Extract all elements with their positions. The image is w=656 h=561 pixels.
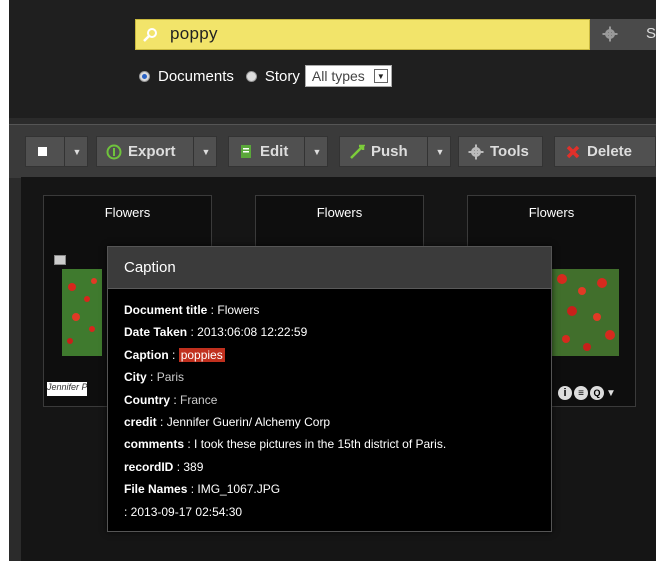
field-value: Flowers — [217, 303, 260, 317]
type-select-value: All types — [311, 68, 365, 84]
search-scope: Documents Story All types ▼ — [139, 64, 392, 88]
tools-label: Tools — [490, 143, 529, 160]
search-settings-button[interactable]: S — [590, 19, 656, 50]
field-row: comments : I took these pictures in the … — [124, 437, 447, 452]
documents-radio[interactable] — [139, 70, 150, 82]
field-label: comments — [124, 437, 185, 452]
delete-button[interactable]: Delete — [554, 136, 656, 167]
camera-icon — [54, 255, 66, 265]
search-input[interactable]: poppy — [170, 24, 218, 44]
field-label: recordID — [124, 459, 174, 474]
info-icon[interactable]: i — [558, 386, 572, 400]
poppy-photo — [62, 269, 102, 356]
chevron-down-icon: ▼ — [193, 137, 218, 166]
field-row: credit : Jennifer Guerin/ Alchemy Corp — [124, 415, 331, 430]
documents-label: Documents — [158, 67, 234, 85]
search-box[interactable]: poppy — [135, 19, 590, 50]
field-value: 389 — [183, 459, 204, 474]
field-row: Date Taken : 2013:06:08 12:22:59 — [124, 325, 308, 340]
field-label: Document title — [124, 303, 208, 317]
signature-text: Jennifer Pr — [47, 382, 87, 392]
zoom-icon[interactable]: Q — [590, 386, 604, 400]
field-value: France — [180, 392, 218, 407]
field-label: credit — [124, 415, 157, 430]
top-bar: poppy S Documents Story All types ▼ — [9, 0, 656, 118]
field-value: I took these pictures in the 15th distri… — [194, 437, 447, 452]
delete-icon — [566, 145, 580, 158]
push-button[interactable]: Push ▼ — [339, 136, 451, 167]
field-label: Country — [124, 392, 170, 407]
tools-icon — [468, 144, 484, 159]
select-all-button[interactable]: ▼ — [25, 136, 88, 167]
edit-button[interactable]: Edit ▼ — [228, 136, 328, 167]
edit-label: Edit — [260, 143, 289, 160]
field-row: File Names : IMG_1067.JPG — [124, 482, 281, 497]
field-value: 2013-09-17 02:54:30 — [130, 504, 243, 519]
search-button-label: S — [646, 25, 656, 42]
caption-popup: Caption Document title : Flowers Date Ta… — [107, 246, 552, 532]
field-value-highlight: poppies — [178, 347, 225, 362]
card-title: Flowers — [528, 205, 575, 220]
chevron-down-icon: ▼ — [304, 137, 329, 166]
chevron-down-icon[interactable]: ▼ — [606, 388, 616, 399]
story-label: Story — [264, 67, 300, 85]
tools-button[interactable]: Tools — [458, 136, 543, 167]
field-row: Caption : poppies — [124, 347, 225, 362]
field-label: City — [124, 370, 147, 385]
chevron-down-icon: ▼ — [373, 69, 388, 83]
field-label: File Names — [124, 482, 188, 497]
export-label: Export — [128, 143, 176, 160]
card-title: Flowers — [316, 205, 363, 220]
field-row: : 2013-09-17 02:54:30 — [124, 504, 243, 519]
export-button[interactable]: Export ▼ — [96, 136, 217, 167]
push-label: Push — [371, 143, 408, 160]
export-icon — [106, 144, 122, 159]
search-icon — [143, 28, 157, 42]
chevron-down-icon: ▼ — [64, 137, 89, 166]
field-value: IMG_1067.JPG — [197, 482, 281, 497]
signature-image: Jennifer Pr — [47, 382, 87, 396]
field-value: Jennifer Guerin/ Alchemy Corp — [166, 415, 331, 430]
field-label: Date Taken — [124, 325, 188, 340]
poppy-photo — [552, 269, 619, 356]
card-actions: i ≡ Q ▼ — [558, 386, 616, 400]
gear-icon — [602, 26, 618, 42]
thumbnail-image[interactable] — [552, 269, 619, 356]
push-icon — [350, 144, 365, 159]
caption-fields: Document title : Flowers Date Taken : 20… — [124, 299, 446, 523]
checkbox-icon — [38, 147, 47, 156]
delete-label: Delete — [587, 143, 633, 160]
list-icon[interactable]: ≡ — [574, 386, 588, 400]
type-select[interactable]: All types ▼ — [304, 65, 392, 87]
story-radio[interactable] — [245, 70, 257, 82]
field-value: 2013:06:08 12:22:59 — [197, 325, 308, 340]
popup-title: Caption — [108, 247, 551, 289]
edit-icon — [241, 144, 251, 158]
field-row: Country : France — [124, 392, 218, 407]
field-label: Caption — [124, 347, 169, 362]
toolbar: ▼ Export ▼ Edit ▼ Push ▼ Tools Delete — [9, 124, 656, 178]
chevron-down-icon: ▼ — [427, 137, 452, 166]
thumbnail-image[interactable] — [62, 269, 102, 356]
field-value: Paris — [156, 370, 185, 385]
field-row: City : Paris — [124, 370, 185, 385]
card-title: Flowers — [104, 205, 151, 220]
field-row: Document title : Flowers — [124, 303, 260, 317]
field-row: recordID : 389 — [124, 459, 204, 474]
